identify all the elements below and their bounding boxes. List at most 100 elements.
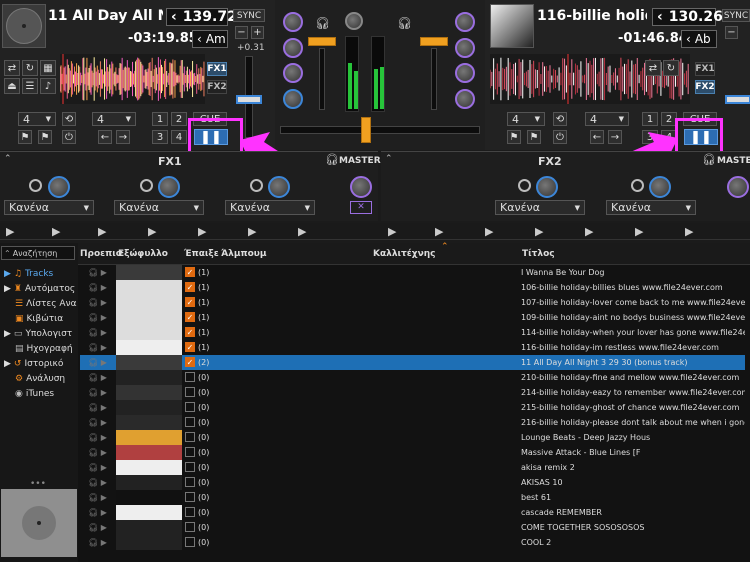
deck2-gain-knob[interactable] (455, 12, 475, 32)
deck1-fx2-button[interactable]: FX2 (207, 80, 227, 94)
table-row[interactable]: 🎧︎ ▶ (0) cascade REMEMBER (80, 505, 745, 520)
loop-icon[interactable]: ⟲ (553, 112, 567, 126)
plus-icon[interactable]: + (251, 26, 264, 39)
list-icon[interactable]: ☰ (22, 78, 38, 94)
headphones-icon[interactable]: 🎧︎ ▶ (88, 313, 107, 322)
headphones-icon[interactable]: 🎧︎ ▶ (88, 298, 107, 307)
deck2-low-knob[interactable] (455, 89, 475, 109)
power-icon[interactable]: ⏻ (553, 130, 567, 144)
arrow-right-icon[interactable]: → (116, 130, 130, 144)
table-row[interactable]: 🎧︎ ▶ (0) akisa remix 2 (80, 460, 745, 475)
column-played[interactable]: Έπαιξε (184, 249, 219, 259)
master-knob[interactable] (345, 12, 363, 30)
table-row[interactable]: 🎧︎ ▶ (0) Massive Attack - Blue Lines [F (80, 445, 745, 460)
headphones-icon[interactable]: 🎧︎ ▶ (88, 268, 107, 277)
headphones-icon[interactable]: 🎧︎ ▶ (88, 358, 107, 367)
loop-icon[interactable]: ⟲ (62, 112, 76, 126)
played-checkbox[interactable]: ✓ (185, 357, 195, 367)
table-row[interactable]: 🎧︎ ▶ (0) Lounge Beats - Deep Jazzy Hous (80, 430, 745, 445)
eject-icon[interactable]: ⏏ (4, 78, 20, 94)
played-checkbox[interactable]: ✓ (185, 327, 195, 337)
played-checkbox[interactable] (185, 447, 195, 457)
hotcue-pad-1[interactable]: 1 (642, 112, 658, 126)
play-icon[interactable]: ▶ (685, 225, 693, 238)
hotcue-pad-1[interactable]: 1 (152, 112, 168, 126)
played-checkbox[interactable] (185, 417, 195, 427)
arrow-left-icon[interactable]: ← (98, 130, 112, 144)
table-row[interactable]: 🎧︎ ▶ (0) 216-billie holiday-please dont ta… (80, 415, 745, 430)
play-icon[interactable]: ▶ (248, 225, 256, 238)
sidebar-item-tracks[interactable]: ▶ ♫ Tracks (0, 266, 78, 281)
fx1-slot2-select[interactable]: Κανένα ▼ (114, 200, 204, 215)
chevron-icon[interactable]: ⌃ (4, 154, 12, 164)
headphones-icon[interactable]: 🎧︎ ▶ (88, 283, 107, 292)
fx1-slot3-knob[interactable] (268, 176, 290, 198)
headphones-icon[interactable]: 🎧︎ ▶ (88, 463, 107, 472)
fx1-slot3-select[interactable]: Κανένα ▼ (225, 200, 315, 215)
headphones-icon[interactable]: 🎧︎ (325, 153, 339, 166)
flag-icon[interactable]: ⚑ (38, 130, 52, 144)
fx1-slot1-select[interactable]: Κανένα ▼ (4, 200, 94, 215)
fx2-slot1-select[interactable]: Κανένα ▼ (495, 200, 585, 215)
deck1-volume-fader[interactable] (308, 37, 336, 46)
search-input[interactable]: Αναζήτηση (13, 249, 58, 258)
column-preview[interactable]: Προεπισ (80, 249, 123, 259)
fx2-slot2-select[interactable]: Κανένα ▼ (606, 200, 696, 215)
sidebar-item-crates[interactable]: ▣ Κιβώτια (0, 311, 78, 326)
played-checkbox[interactable] (185, 537, 195, 547)
fx1-slot1-knob[interactable] (48, 176, 70, 198)
power-icon[interactable] (140, 179, 153, 192)
hotcue-pad-2[interactable]: 2 (171, 112, 187, 126)
headphones-icon[interactable]: 🎧︎ (397, 16, 412, 30)
deck2-key[interactable]: ‹ Ab (681, 30, 717, 48)
played-checkbox[interactable] (185, 462, 195, 472)
headphones-icon[interactable]: 🎧︎ ▶ (88, 343, 107, 352)
fx2-slot2-knob[interactable] (649, 176, 671, 198)
deck2-high-knob[interactable] (455, 38, 475, 58)
deck2-fx2-button[interactable]: FX2 (695, 80, 715, 94)
fx2-master-knob[interactable] (727, 176, 749, 198)
crossfade-assign-icon[interactable]: ✕ (350, 201, 372, 214)
play-icon[interactable]: ▶ (485, 225, 493, 238)
deck2-volume-fader[interactable] (420, 37, 448, 46)
fx2-slot1-knob[interactable] (536, 176, 558, 198)
power-icon[interactable] (29, 179, 42, 192)
table-row[interactable]: 🎧︎ ▶ ✓ (2) 11 All Day All Night 3 29 30 (bo… (80, 355, 745, 370)
headphones-icon[interactable]: 🎧︎ ▶ (88, 328, 107, 337)
table-row[interactable]: 🎧︎ ▶ ✓ (1) 107-billie holiday-lover come ba… (80, 295, 745, 310)
resize-handle[interactable]: ••• (30, 479, 46, 489)
sidebar-item-recordings[interactable]: ▤ Ηχογραφή (0, 341, 78, 356)
play-icon[interactable]: ▶ (6, 225, 14, 238)
column-title[interactable]: Τίτλος (522, 249, 555, 259)
table-row[interactable]: 🎧︎ ▶ ✓ (1) 109-billie holiday-aint no bodys… (80, 310, 745, 325)
played-checkbox[interactable] (185, 492, 195, 502)
sidebar-item-analysis[interactable]: ⚙ Ανάλυση (0, 371, 78, 386)
deck1-waveform[interactable] (60, 54, 205, 104)
played-checkbox[interactable]: ✓ (185, 297, 195, 307)
fx1-master-knob[interactable] (350, 176, 372, 198)
headphones-icon[interactable]: 🎧︎ ▶ (88, 388, 107, 397)
played-checkbox[interactable]: ✓ (185, 282, 195, 292)
deck1-pitch-handle[interactable] (236, 95, 262, 104)
play-icon[interactable]: ▶ (198, 225, 206, 238)
arrow-left-icon[interactable]: ← (590, 130, 604, 144)
played-checkbox[interactable]: ✓ (185, 267, 195, 277)
headphones-icon[interactable]: 🎧︎ ▶ (88, 433, 107, 442)
minus-icon[interactable]: − (725, 26, 738, 39)
headphones-icon[interactable]: 🎧︎ ▶ (88, 478, 107, 487)
deck1-bpm[interactable]: ‹ 139.72 (166, 8, 237, 26)
headphones-icon[interactable]: 🎧︎ ▶ (88, 403, 107, 412)
deck2-pitch-handle[interactable] (725, 95, 750, 104)
flag-icon[interactable]: ⚑ (527, 130, 541, 144)
table-row[interactable]: 🎧︎ ▶ (0) best 61 (80, 490, 745, 505)
headphones-icon[interactable]: 🎧︎ ▶ (88, 448, 107, 457)
table-row[interactable]: 🎧︎ ▶ (0) AKISAS 10 (80, 475, 745, 490)
sidebar-item-history[interactable]: ▶ ↺ Ιστορικό (0, 356, 78, 371)
table-row[interactable]: 🎧︎ ▶ (0) 210-billie holiday-fine and mello… (80, 370, 745, 385)
deck1-loop-size[interactable]: 4 ▼ (92, 112, 136, 126)
power-icon[interactable]: ⏻ (62, 130, 76, 144)
crossfader-handle[interactable] (361, 117, 371, 143)
table-row[interactable]: 🎧︎ ▶ ✓ (1) 116-billie holiday-im restless w… (80, 340, 745, 355)
played-checkbox[interactable] (185, 402, 195, 412)
headphones-icon[interactable]: 🎧︎ ▶ (88, 508, 107, 517)
